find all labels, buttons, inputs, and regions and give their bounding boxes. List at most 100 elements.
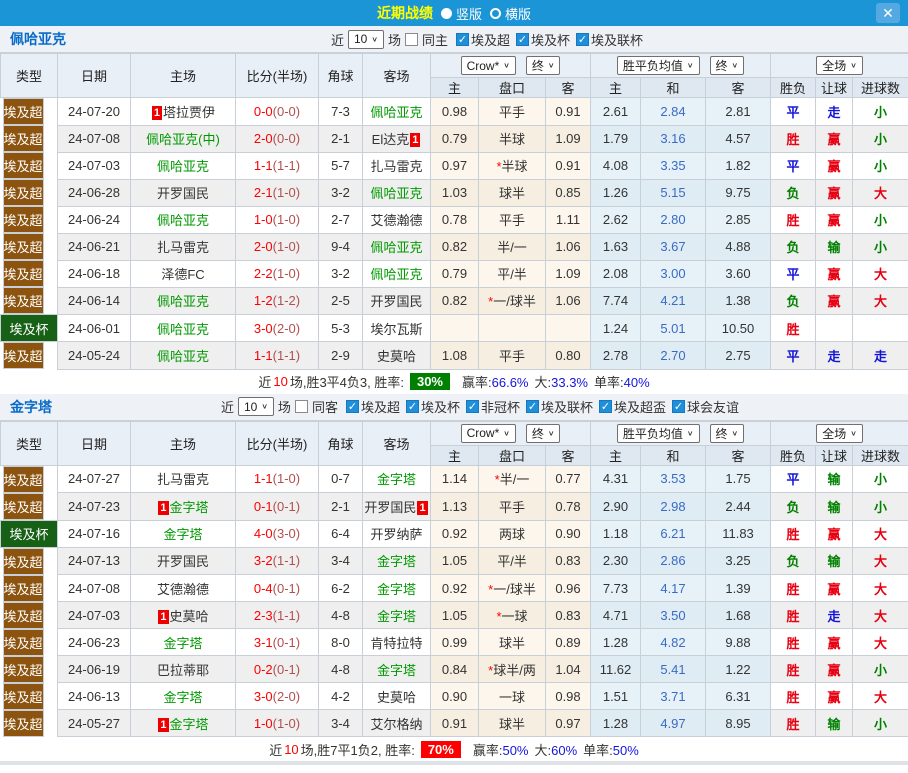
match-date-cell: 24-06-19 xyxy=(57,655,131,683)
chevron-down-icon: ∨ xyxy=(686,61,694,70)
handicap-result-cell: 赢 xyxy=(815,286,854,315)
home-odds-cell: 1.08 xyxy=(430,341,479,370)
team-label: 佩哈亚克 xyxy=(370,186,423,201)
halftime-score: (1-0) xyxy=(272,471,301,487)
table-row: 埃及超 24-07-13 开罗国民 3-2(1-1) 3-4 金字塔 1.05 平/半 0.83… xyxy=(1,546,908,575)
away-team-cell: 开罗纳萨 xyxy=(362,519,431,548)
final-odds-dropdown[interactable]: 终 ∨ xyxy=(525,423,561,443)
home-odds-cell: 1.13 xyxy=(430,492,479,521)
avg-win-cell: 2.61 xyxy=(590,97,641,126)
final-avg-dropdown[interactable]: 终 ∨ xyxy=(709,56,745,75)
fulltime-score: 1-2 xyxy=(253,293,273,309)
same-venue-checkbox[interactable] xyxy=(294,400,308,413)
handicap-cell: 半球 xyxy=(478,124,546,153)
handicap-result-cell: 赢 xyxy=(815,124,854,153)
corner-cell: 9-4 xyxy=(318,232,363,261)
checkbox-checked-icon[interactable]: ✓ xyxy=(526,400,539,413)
home-odds-cell: 0.97 xyxy=(430,151,479,180)
corner-cell: 5-3 xyxy=(318,314,363,342)
score-cell: 2-0(0-0) xyxy=(235,124,319,153)
handicap-label: 平手 xyxy=(498,213,525,228)
checkbox-checked-icon[interactable]: ✓ xyxy=(455,32,469,46)
corner-cell: 6-4 xyxy=(318,519,363,548)
col-odds-away: 客 xyxy=(545,444,591,466)
checkbox-checked-icon[interactable]: ✓ xyxy=(515,32,529,46)
league-filter-label: 埃及杯 xyxy=(530,32,570,48)
dialog-title: 近期战绩 xyxy=(376,5,433,21)
avg-win-cell: 4.08 xyxy=(590,151,641,180)
match-type-cell: 埃及超 xyxy=(2,465,44,493)
handicap-cell: 球半 xyxy=(478,178,546,207)
avg-draw-cell: 3.00 xyxy=(640,259,706,288)
fulltime-score: 1-0 xyxy=(253,212,273,227)
avg-draw-cell: 3.53 xyxy=(640,464,706,493)
home-team-cell: 1 金字塔 xyxy=(130,492,236,521)
avg-odds-dropdown[interactable]: 胜平负均值 ∨ xyxy=(616,56,700,75)
league-filter: ✓ 埃及超盃 xyxy=(599,397,666,416)
result-cell: 胜 xyxy=(770,628,817,656)
close-button[interactable]: ✕ xyxy=(876,3,900,23)
checkbox-checked-icon[interactable]: ✓ xyxy=(576,32,589,46)
goals-result-cell: 小 xyxy=(852,492,908,521)
team-label: El达克 xyxy=(371,132,410,147)
match-date-cell: 24-06-14 xyxy=(57,286,131,315)
fulltime-score: 2-0 xyxy=(253,239,273,254)
chevron-down-icon: ∨ xyxy=(731,61,739,70)
team-name: 佩哈亚克 xyxy=(10,31,66,47)
result-cell: 胜 xyxy=(770,205,817,234)
avg-draw-cell: 4.82 xyxy=(640,628,706,656)
handicap-result-cell: 输 xyxy=(815,464,854,493)
avg-lose-cell: 2.44 xyxy=(704,492,772,521)
avg-lose-cell: 2.85 xyxy=(704,205,772,234)
table-row: 埃及超 24-06-21 扎马雷克 2-0(1-0) 9-4 佩哈亚克 0.82 半/一 1.0… xyxy=(1,232,908,261)
handicap-cell: 球半 xyxy=(478,628,546,656)
home-team-cell: 开罗国民 xyxy=(130,546,236,575)
result-cell: 负 xyxy=(770,178,817,207)
match-type-cell: 埃及超 xyxy=(2,287,44,314)
checkbox-checked-icon[interactable]: ✓ xyxy=(465,400,479,413)
result-cell: 负 xyxy=(770,492,817,521)
layout-radio-vertical[interactable]: 竖版 xyxy=(440,4,482,23)
fulltime-score: 3-2 xyxy=(253,553,273,569)
avg-draw-cell: 6.21 xyxy=(640,519,706,548)
recent-count-dropdown[interactable]: 10 ∨ xyxy=(347,29,384,49)
checkbox-checked-icon[interactable]: ✓ xyxy=(405,400,419,413)
home-odds-cell: 1.05 xyxy=(430,546,479,575)
final-odds-dropdown[interactable]: 终 ∨ xyxy=(525,56,561,75)
goals-result-cell: 小 xyxy=(852,232,908,261)
halftime-score: (1-0) xyxy=(272,715,301,731)
handicap-label: 一/球半 xyxy=(493,294,536,310)
away-odds-cell xyxy=(545,314,591,342)
home-odds-cell: 0.90 xyxy=(430,682,479,710)
away-odds-cell: 0.80 xyxy=(545,341,591,370)
away-odds-cell: 1.09 xyxy=(545,124,591,153)
team-label: 金字塔 xyxy=(376,608,416,624)
table-row: 埃及超 24-07-08 艾德瀚德 0-4(0-1) 6-2 金字塔 0.92 *一/球半 0.… xyxy=(1,574,908,602)
home-odds-cell: 1.14 xyxy=(430,464,479,493)
handicap-result-cell: 输 xyxy=(815,546,854,575)
odds-source-dropdown[interactable]: Crow* ∨ xyxy=(460,423,516,443)
checkbox-checked-icon[interactable]: ✓ xyxy=(345,400,359,413)
summary-lead: 近 xyxy=(258,375,272,390)
home-odds-cell: 0.79 xyxy=(430,259,479,288)
away-team-cell: 扎马雷克 xyxy=(362,151,431,180)
table-row: 埃及超 24-06-19 巴拉蒂耶 0-2(0-1) 4-8 金字塔 0.84 *球半/两 1.… xyxy=(1,655,908,683)
result-cell: 胜 xyxy=(770,519,817,548)
checkbox-checked-icon[interactable]: ✓ xyxy=(599,400,613,413)
scope-dropdown[interactable]: 全场 ∨ xyxy=(816,423,863,443)
chevron-down-icon: ∨ xyxy=(547,61,555,70)
stat-value: 33.3% xyxy=(551,375,588,390)
layout-radio-horizontal[interactable]: 横版 xyxy=(490,4,531,23)
home-team-cell: 佩哈亚克 xyxy=(130,205,236,234)
avg-odds-dropdown[interactable]: 胜平负均值 ∨ xyxy=(616,423,700,443)
scope-dropdown[interactable]: 全场 ∨ xyxy=(816,56,863,75)
halftime-score: (1-1) xyxy=(272,158,301,173)
fulltime-score: 1-1 xyxy=(253,347,273,363)
recent-count-dropdown[interactable]: 10 ∨ xyxy=(237,397,274,416)
corner-cell: 3-2 xyxy=(318,178,363,207)
checkbox-checked-icon[interactable]: ✓ xyxy=(672,400,686,413)
final-avg-dropdown[interactable]: 终 ∨ xyxy=(709,423,745,443)
close-icon: ✕ xyxy=(882,4,894,21)
odds-source-dropdown[interactable]: Crow* ∨ xyxy=(460,56,516,75)
same-venue-checkbox[interactable] xyxy=(404,32,418,46)
